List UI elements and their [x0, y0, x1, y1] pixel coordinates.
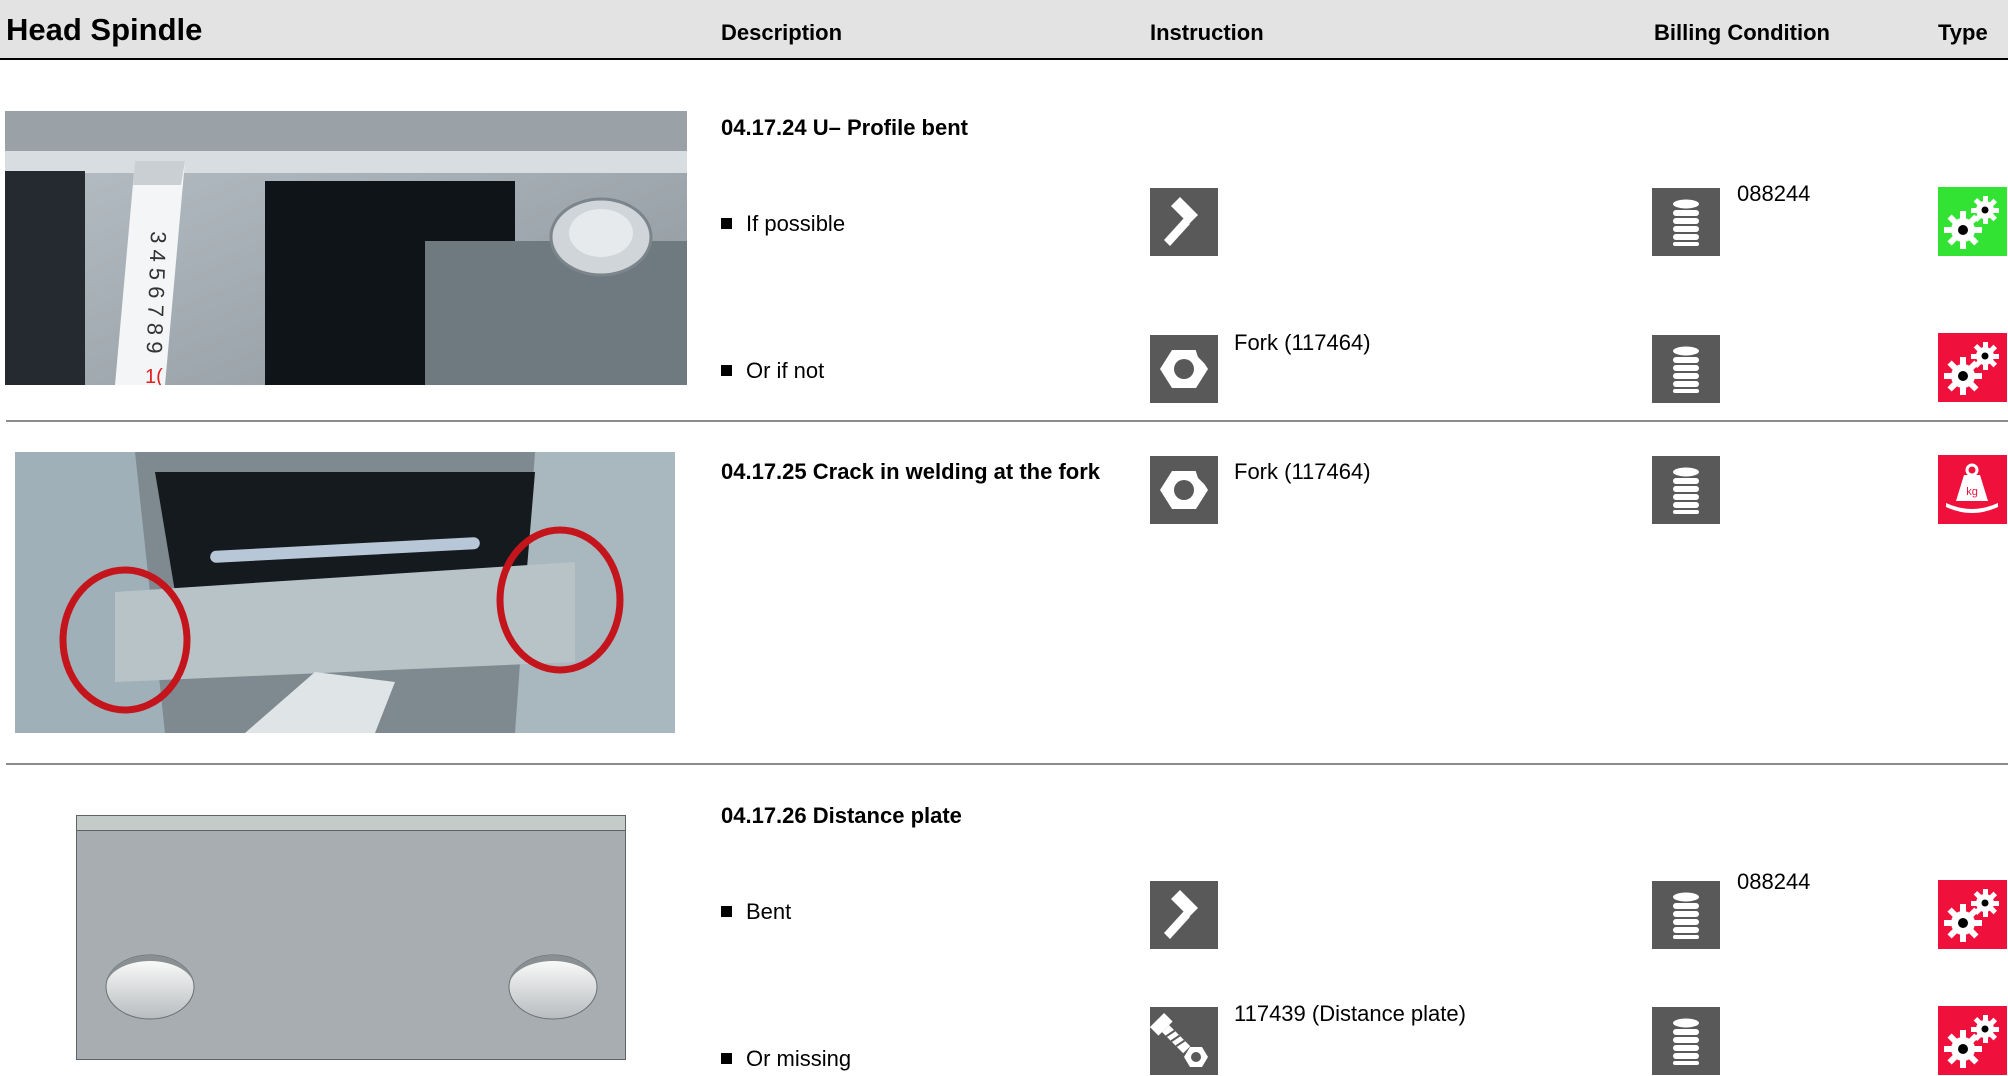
hammer-icon	[1150, 881, 1218, 949]
list-item: If possible	[721, 211, 845, 237]
distance-plate-drawing	[76, 815, 626, 1060]
coin-stack-icon	[1652, 881, 1720, 949]
instruction-part: Fork (117464)	[1234, 330, 1371, 355]
billing-code: 088244	[1737, 869, 1811, 894]
coin-stack-icon	[1652, 335, 1720, 403]
row-divider	[6, 420, 2008, 422]
list-item-text: Or missing	[746, 1046, 852, 1071]
list-item-text: Or if not	[746, 358, 825, 383]
gears-icon	[1938, 1006, 2007, 1075]
gears-icon	[1938, 333, 2007, 402]
fork-welding-crack-photo	[15, 452, 675, 733]
bullet-icon	[721, 906, 732, 917]
instruction-part: 117439 (Distance plate)	[1234, 1001, 1466, 1026]
list-item: Bent	[721, 899, 791, 925]
weight-kg-icon	[1938, 455, 2007, 524]
section-heading-04-17-26: 04.17.26 Distance plate	[721, 803, 962, 828]
bullet-icon	[721, 1053, 732, 1064]
column-header-billing-condition: Billing Condition	[1654, 20, 1830, 45]
column-header-instruction: Instruction	[1150, 20, 1264, 45]
nut-replace-icon	[1150, 456, 1218, 524]
column-header-type: Type	[1938, 20, 1988, 45]
billing-code: 088244	[1737, 181, 1811, 206]
section-heading-04-17-25: 04.17.25 Crack in welding at the fork	[721, 459, 1101, 484]
page-title: Head Spindle	[6, 12, 203, 47]
section-heading-04-17-24: 04.17.24 U– Profile bent	[721, 115, 968, 140]
instruction-part: Fork (117464)	[1234, 459, 1371, 484]
list-item-text: If possible	[746, 211, 846, 236]
list-item-text: Bent	[746, 899, 792, 924]
gears-icon	[1938, 187, 2007, 256]
svg-text:1(: 1(	[145, 366, 163, 385]
list-item: Or missing	[721, 1046, 851, 1072]
list-item: Or if not	[721, 358, 824, 384]
table-header: Head Spindle Description Instruction Bil…	[0, 0, 2008, 60]
row-divider	[6, 763, 2008, 765]
coin-stack-icon	[1652, 1007, 1720, 1075]
hammer-icon	[1150, 188, 1218, 256]
gears-icon	[1938, 880, 2007, 949]
column-header-description: Description	[721, 20, 843, 45]
svg-text:3 4 5 6 7 8 9: 3 4 5 6 7 8 9	[142, 231, 171, 354]
coin-stack-icon	[1652, 456, 1720, 524]
bolt-nut-icon	[1150, 1007, 1218, 1075]
u-profile-bent-photo: 3 4 5 6 7 8 9 1(	[5, 111, 687, 385]
bullet-icon	[721, 365, 732, 376]
bullet-icon	[721, 218, 732, 229]
nut-replace-icon	[1150, 335, 1218, 403]
coin-stack-icon	[1652, 188, 1720, 256]
